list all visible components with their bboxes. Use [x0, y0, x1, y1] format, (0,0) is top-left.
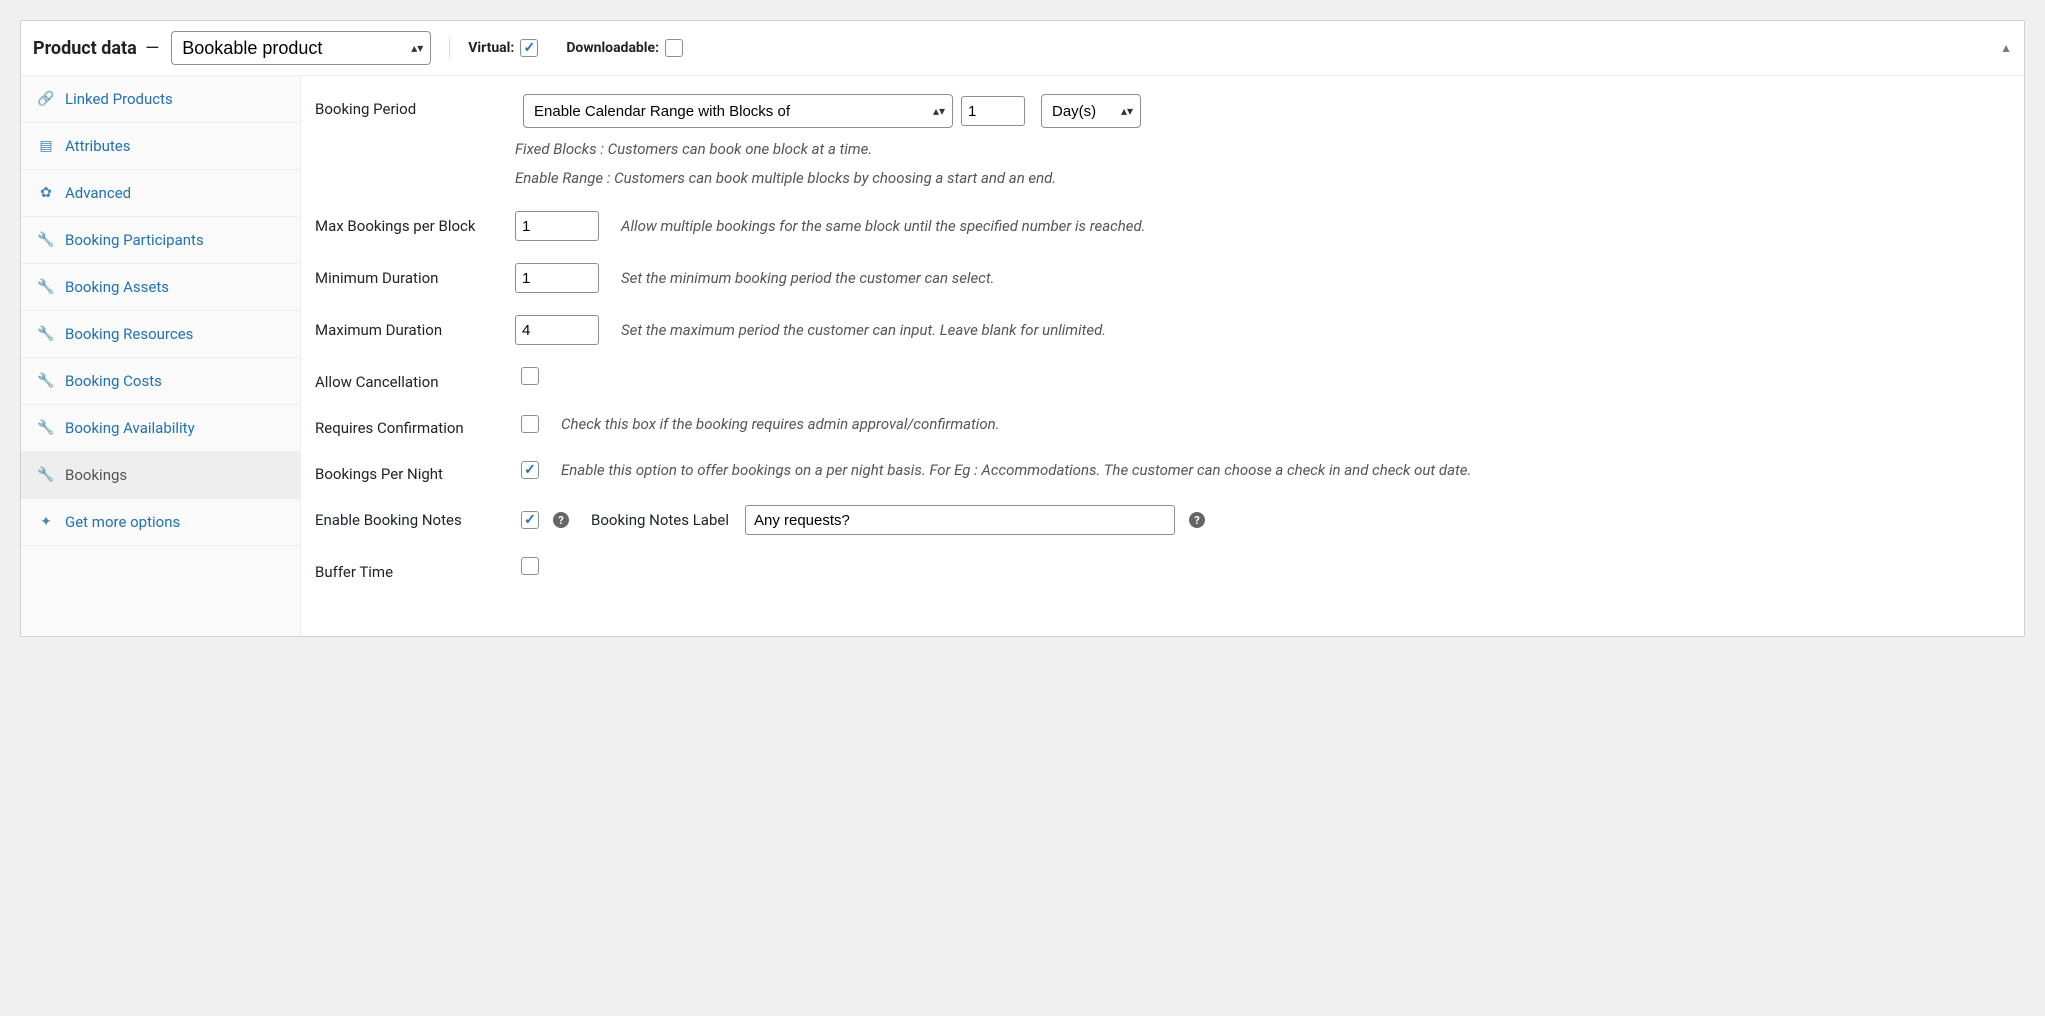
downloadable-label[interactable]: Downloadable:	[566, 39, 683, 57]
row-min-duration: Minimum Duration Set the minimum booking…	[315, 263, 2010, 293]
sidebar-item-booking-resources[interactable]: 🔧 Booking Resources	[21, 311, 300, 358]
label-per-night: Bookings Per Night	[315, 459, 515, 483]
wrench-icon: 🔧	[37, 326, 55, 342]
booking-period-blocks-input[interactable]	[961, 96, 1025, 126]
row-max-bookings: Max Bookings per Block Allow multiple bo…	[315, 211, 2010, 241]
sidebar-item-label: Booking Costs	[65, 372, 162, 390]
wrench-icon: 🔧	[37, 467, 55, 483]
product-data-panel: Product data — Bookable product ▴▾ Virtu…	[20, 20, 2025, 637]
label-requires-confirm: Requires Confirmation	[315, 413, 515, 437]
booking-notes-label-input[interactable]	[745, 505, 1175, 535]
sparkle-icon: ✦	[37, 514, 55, 530]
product-type-select[interactable]: Bookable product	[171, 31, 431, 65]
row-allow-cancel: Allow Cancellation	[315, 367, 2010, 391]
label-buffer-time: Buffer Time	[315, 557, 515, 581]
panel-body: 🔗 Linked Products ▤ Attributes ✿ Advanced 🔧 Boo…	[21, 76, 2024, 636]
hint-requires-confirm: Check this box if the booking requires a…	[561, 413, 2010, 436]
per-night-checkbox[interactable]	[521, 461, 539, 479]
sidebar-item-bookings[interactable]: 🔧 Bookings	[21, 452, 300, 499]
help-icon[interactable]: ?	[553, 512, 569, 528]
sidebar-item-linked-products[interactable]: 🔗 Linked Products	[21, 76, 300, 123]
buffer-time-checkbox[interactable]	[521, 557, 539, 575]
max-bookings-input[interactable]	[515, 211, 599, 241]
panel-title-dash: —	[145, 38, 159, 59]
label-booking-period: Booking Period	[315, 94, 515, 118]
hint-max-bookings: Allow multiple bookings for the same blo…	[621, 215, 2010, 238]
max-duration-input[interactable]	[515, 315, 599, 345]
sidebar-item-booking-participants[interactable]: 🔧 Booking Participants	[21, 217, 300, 264]
row-booking-notes: Enable Booking Notes ? Booking Notes Lab…	[315, 505, 2010, 535]
row-booking-period: Booking Period Enable Calendar Range wit…	[315, 94, 2010, 189]
wrench-icon: 🔧	[37, 420, 55, 436]
virtual-label[interactable]: Virtual:	[468, 39, 538, 57]
hint-fixed-blocks: Fixed Blocks : Customers can book one bl…	[515, 138, 2010, 161]
panel-header: Product data — Bookable product ▴▾ Virtu…	[21, 21, 2024, 76]
content: Booking Period Enable Calendar Range wit…	[301, 76, 2024, 636]
sidebar-item-booking-assets[interactable]: 🔧 Booking Assets	[21, 264, 300, 311]
sidebar-item-label: Linked Products	[65, 90, 173, 108]
label-booking-notes: Enable Booking Notes	[315, 505, 515, 529]
sidebar-item-label: Get more options	[65, 513, 180, 531]
sidebar-item-label: Advanced	[65, 184, 131, 202]
downloadable-checkbox[interactable]	[665, 39, 683, 57]
row-per-night: Bookings Per Night Enable this option to…	[315, 459, 2010, 483]
sidebar-item-booking-costs[interactable]: 🔧 Booking Costs	[21, 358, 300, 405]
header-separator	[449, 37, 450, 59]
booking-period-mode-select[interactable]: Enable Calendar Range with Blocks of	[523, 94, 953, 128]
link-icon: 🔗	[37, 91, 55, 107]
hint-enable-range: Enable Range : Customers can book multip…	[515, 167, 2010, 190]
help-icon[interactable]: ?	[1189, 512, 1205, 528]
label-allow-cancel: Allow Cancellation	[315, 367, 515, 391]
list-icon: ▤	[37, 138, 55, 154]
sidebar-item-booking-availability[interactable]: 🔧 Booking Availability	[21, 405, 300, 452]
booking-period-unit-select[interactable]: Day(s)	[1041, 94, 1141, 128]
requires-confirm-checkbox[interactable]	[521, 415, 539, 433]
panel-title: Product data —	[33, 38, 163, 59]
sidebar-item-get-more-options[interactable]: ✦ Get more options	[21, 499, 300, 546]
row-buffer-time: Buffer Time	[315, 557, 2010, 581]
sidebar-item-label: Attributes	[65, 137, 131, 155]
sidebar: 🔗 Linked Products ▤ Attributes ✿ Advanced 🔧 Boo…	[21, 76, 301, 636]
allow-cancel-checkbox[interactable]	[521, 367, 539, 385]
downloadable-label-text: Downloadable:	[566, 40, 659, 56]
label-min-duration: Minimum Duration	[315, 263, 515, 287]
hint-max-duration: Set the maximum period the customer can …	[621, 319, 2010, 342]
wrench-icon: 🔧	[37, 232, 55, 248]
booking-notes-checkbox[interactable]	[521, 511, 539, 529]
virtual-label-text: Virtual:	[468, 40, 514, 56]
sidebar-item-label: Booking Resources	[65, 325, 193, 343]
sidebar-item-label: Booking Participants	[65, 231, 204, 249]
row-requires-confirm: Requires Confirmation Check this box if …	[315, 413, 2010, 437]
collapse-toggle-icon[interactable]: ▲	[2000, 41, 2012, 55]
label-max-bookings: Max Bookings per Block	[315, 211, 515, 235]
label-max-duration: Maximum Duration	[315, 315, 515, 339]
sidebar-item-advanced[interactable]: ✿ Advanced	[21, 170, 300, 217]
sidebar-item-label: Booking Availability	[65, 419, 195, 437]
min-duration-input[interactable]	[515, 263, 599, 293]
wrench-icon: 🔧	[37, 279, 55, 295]
hint-per-night: Enable this option to offer bookings on …	[561, 459, 2010, 482]
row-max-duration: Maximum Duration Set the maximum period …	[315, 315, 2010, 345]
label-booking-notes-inner: Booking Notes Label	[591, 511, 729, 529]
wrench-icon: 🔧	[37, 373, 55, 389]
hint-min-duration: Set the minimum booking period the custo…	[621, 267, 2010, 290]
gear-icon: ✿	[37, 185, 55, 201]
sidebar-item-label: Bookings	[65, 466, 127, 484]
panel-title-text: Product data	[33, 38, 137, 59]
sidebar-item-label: Booking Assets	[65, 278, 169, 296]
virtual-checkbox[interactable]	[520, 39, 538, 57]
sidebar-item-attributes[interactable]: ▤ Attributes	[21, 123, 300, 170]
